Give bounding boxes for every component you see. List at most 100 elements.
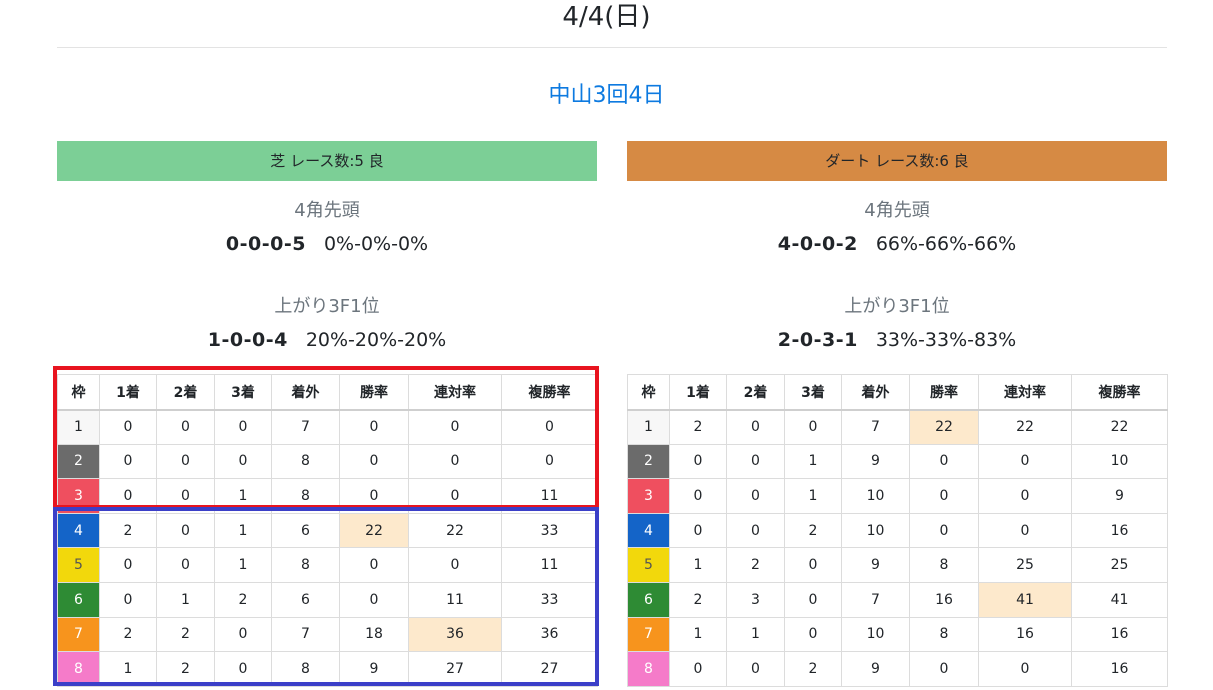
table-cell: 11	[408, 581, 502, 618]
table-cell: 16	[978, 616, 1072, 653]
dirt-col-header: 2着	[726, 374, 785, 411]
table-cell: 0	[156, 443, 215, 480]
table-cell: 1	[214, 478, 272, 514]
table-cell: 16	[1071, 651, 1168, 687]
table-cell: 16	[909, 581, 979, 618]
table-cell: 0	[99, 443, 157, 480]
table-cell: 0	[339, 581, 409, 618]
table-cell: 22	[1071, 409, 1168, 445]
table-cell: 8	[271, 478, 340, 514]
waku-number-cell: 1	[627, 409, 670, 445]
table-cell: 10	[841, 512, 910, 549]
table-cell: 1	[669, 616, 727, 653]
table-cell: 1	[784, 478, 842, 514]
turf-col-header: 3着	[214, 374, 272, 411]
dirt-table-body: 1 2 0 0 7 22 22 22 2 0 0 1 9 0 0 10 3 0 0 1 10 0 0 9 4 0 0 2 10 0 0 16 5…	[627, 409, 1168, 687]
table-cell: 0	[784, 547, 842, 583]
table-cell: 1	[669, 547, 727, 583]
table-cell: 25	[978, 547, 1072, 583]
table-cell: 0	[99, 478, 157, 514]
table-cell: 9	[1071, 478, 1168, 514]
table-cell: 0	[156, 512, 215, 549]
table-cell: 0	[156, 409, 215, 445]
dirt-last3f-pct: 33%-33%-83%	[875, 329, 1017, 351]
turf-col-header: 複勝率	[501, 374, 598, 411]
turf-col-header: 連対率	[408, 374, 502, 411]
table-cell: 16	[1071, 616, 1168, 653]
waku-number-cell: 6	[57, 581, 100, 618]
table-cell: 0	[408, 443, 502, 480]
table-cell: 2	[156, 651, 215, 687]
table-cell: 0	[909, 443, 979, 480]
table-cell: 36	[501, 616, 598, 653]
turf-table-header-row: 枠 1着 2着 3着 着外 勝率 連対率 複勝率	[57, 374, 598, 411]
waku-number-cell: 6	[627, 581, 670, 618]
table-cell: 2	[214, 581, 272, 618]
table-row: 2 0 0 1 9 0 0 10	[627, 443, 1168, 480]
waku-number-cell: 8	[627, 651, 670, 687]
dirt-last3f-label: 上がり3F1位	[844, 296, 950, 317]
table-row: 3 0 0 1 10 0 0 9	[627, 478, 1168, 514]
waku-number-cell: 8	[57, 651, 100, 687]
table-cell: 7	[841, 581, 910, 618]
table-cell: 2	[99, 616, 157, 653]
turf-table-body: 1 0 0 0 7 0 0 0 2 0 0 0 8 0 0 0 3 0 0 1 8 0 0 11 4 2 0 1 6 22 22 33 5 0 0 1…	[57, 409, 598, 687]
dirt-corner-label: 4角先頭	[864, 200, 930, 221]
table-row: 6 0 1 2 6 0 11 33	[57, 581, 598, 618]
table-cell: 1	[156, 581, 215, 618]
table-cell: 0	[978, 478, 1072, 514]
table-row: 4 0 0 2 10 0 0 16	[627, 512, 1168, 549]
dirt-corner-pct: 66%-66%-66%	[875, 233, 1017, 255]
turf-col-header: 枠	[57, 374, 100, 411]
waku-number-cell: 1	[57, 409, 100, 445]
dirt-col-header: 3着	[784, 374, 842, 411]
turf-col-header: 着外	[271, 374, 340, 411]
table-cell: 8	[909, 616, 979, 653]
table-row: 4 2 0 1 6 22 22 33	[57, 512, 598, 549]
table-cell: 9	[841, 547, 910, 583]
table-cell: 2	[669, 581, 727, 618]
turf-header-band: 芝 レース数:5 良	[57, 141, 597, 181]
table-cell: 22	[408, 512, 502, 549]
table-cell: 22	[909, 409, 979, 445]
turf-col-header: 1着	[99, 374, 157, 411]
table-cell: 0	[501, 443, 598, 480]
table-cell: 0	[978, 443, 1072, 480]
table-cell: 0	[726, 512, 785, 549]
table-row: 8 0 0 2 9 0 0 16	[627, 651, 1168, 687]
waku-number-cell: 4	[57, 512, 100, 549]
table-cell: 1	[726, 616, 785, 653]
dirt-col-header: 着外	[841, 374, 910, 411]
table-cell: 0	[408, 547, 502, 583]
table-cell: 0	[214, 409, 272, 445]
table-row: 7 2 2 0 7 18 36 36	[57, 616, 598, 653]
table-cell: 27	[408, 651, 502, 687]
waku-number-cell: 7	[57, 616, 100, 653]
dirt-corner-stats: 4-0-0-2 66%-66%-66%	[627, 230, 1167, 258]
meeting-link[interactable]: 中山3回4日	[0, 80, 1213, 112]
table-cell: 8	[909, 547, 979, 583]
table-cell: 10	[841, 616, 910, 653]
table-cell: 0	[339, 478, 409, 514]
table-cell: 0	[408, 478, 502, 514]
dirt-col-header: 勝率	[909, 374, 979, 411]
table-cell: 7	[271, 616, 340, 653]
table-cell: 0	[726, 409, 785, 445]
table-cell: 9	[841, 443, 910, 480]
turf-last3f-pct: 20%-20%-20%	[305, 329, 447, 351]
table-cell: 0	[214, 443, 272, 480]
turf-section: 芝 レース数:5 良 4角先頭 0-0-0-5 0%-0%-0% 上がり3F1位 …	[57, 141, 598, 687]
table-cell: 33	[501, 512, 598, 549]
turf-last3f-stats: 1-0-0-4 20%-20%-20%	[57, 326, 597, 354]
table-cell: 0	[978, 651, 1072, 687]
table-cell: 0	[909, 651, 979, 687]
table-cell: 0	[214, 651, 272, 687]
turf-corner-record: 0-0-0-5	[225, 233, 306, 255]
table-cell: 0	[726, 443, 785, 480]
table-cell: 7	[271, 409, 340, 445]
table-cell: 6	[271, 512, 340, 549]
table-cell: 6	[271, 581, 340, 618]
dirt-last3f-stats: 2-0-3-1 33%-33%-83%	[627, 326, 1167, 354]
table-cell: 0	[339, 409, 409, 445]
table-cell: 0	[99, 547, 157, 583]
